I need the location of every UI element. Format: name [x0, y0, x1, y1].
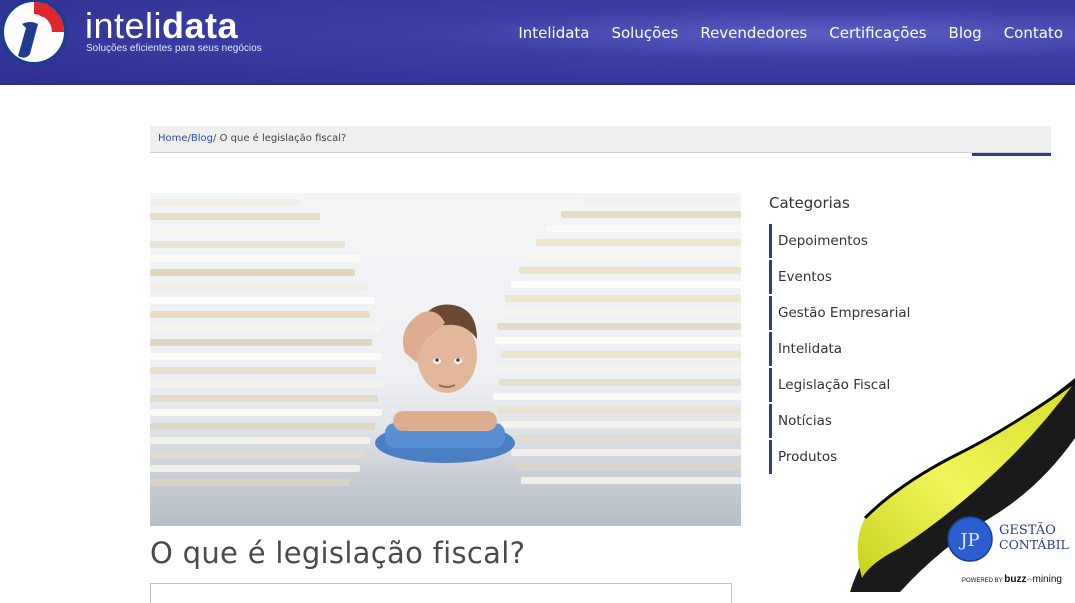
post-content-box [150, 583, 732, 603]
post-featured-image[interactable] [150, 193, 741, 526]
breadcrumb-home-link[interactable]: Home [158, 133, 188, 144]
nav-intelidata[interactable]: Intelidata [507, 23, 600, 43]
nav-certificacoes[interactable]: Certificações [818, 23, 937, 43]
powered-by-buzzmining[interactable]: POWERED BY buzz〰mining [962, 574, 1062, 585]
category-intelidata[interactable]: Intelidata [769, 332, 910, 366]
brand-wordmark[interactable]: intelidata [85, 6, 238, 46]
right-paper-stack [490, 193, 741, 493]
categories-heading: Categorias [769, 194, 850, 212]
brand-tagline: Soluções eficientes para seus negócios [86, 43, 262, 54]
intelidata-logo-icon[interactable] [0, 0, 74, 72]
mining-label: mining [1032, 574, 1062, 585]
post-title: O que é legislação fiscal? [150, 536, 526, 570]
left-paper-stack [150, 193, 385, 493]
breadcrumb: Home/Blog/ O que é legislação fiscal? [150, 126, 1051, 153]
buzz-label: buzz [1004, 574, 1027, 585]
site-header: intelidata Soluções eficientes para seus… [0, 0, 1075, 85]
category-gestao-empresarial[interactable]: Gestão Empresarial [769, 296, 910, 330]
nav-contato[interactable]: Contato [993, 23, 1063, 43]
jp-monogram-text: JP [958, 530, 979, 551]
breadcrumb-accent-line [972, 153, 1051, 156]
brand-wordmark-bold: data [162, 5, 239, 46]
breadcrumb-current: O que é legislação fiscal? [219, 133, 347, 144]
nav-solucoes[interactable]: Soluções [600, 23, 689, 43]
stressed-man-figure [375, 304, 515, 463]
nav-blog[interactable]: Blog [938, 23, 993, 43]
nav-revendedores[interactable]: Revendedores [689, 23, 818, 43]
brand-wordmark-light: inteli [85, 5, 163, 46]
main-nav: Intelidata Soluções Revendedores Certifi… [507, 23, 1063, 43]
breadcrumb-blog-link[interactable]: Blog [191, 133, 213, 144]
ad-line-2: CONTÁBIL [999, 537, 1069, 552]
powered-by-label: POWERED BY [962, 578, 1003, 584]
breadcrumb-separator: / [213, 133, 217, 144]
jp-monogram-icon[interactable]: JP [947, 516, 993, 562]
category-eventos[interactable]: Eventos [769, 260, 910, 294]
gestao-contabil-label[interactable]: GESTÃO CONTÁBIL [999, 524, 1069, 552]
category-depoimentos[interactable]: Depoimentos [769, 224, 910, 258]
ad-line-1: GESTÃO [999, 523, 1056, 538]
